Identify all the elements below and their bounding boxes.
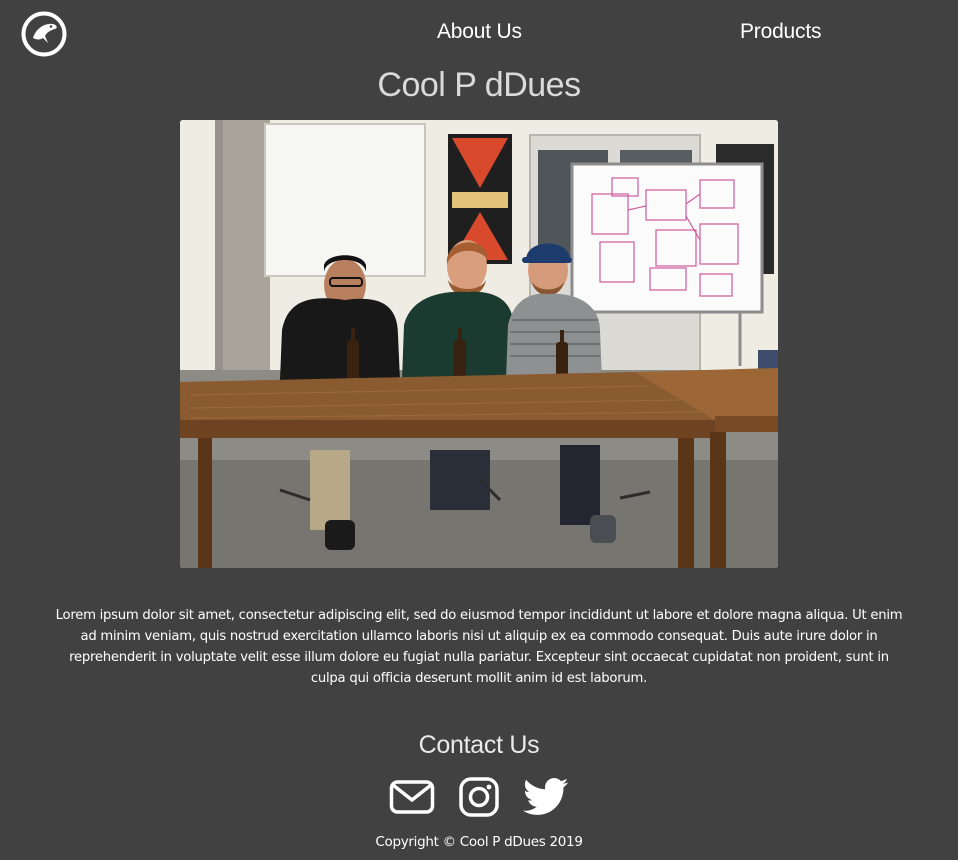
copyright-text: Copyright © Cool P dDues 2019: [375, 834, 583, 850]
instagram-link[interactable]: [458, 776, 500, 818]
intro-paragraph: Lorem ipsum dolor sit amet, consectetur …: [55, 608, 903, 686]
nav-products-link[interactable]: Products: [740, 20, 821, 44]
penguin-logo-icon: [21, 11, 67, 57]
nav-about-us-link[interactable]: About Us: [437, 20, 522, 44]
twitter-icon: [523, 778, 569, 815]
team-photo: [180, 120, 778, 568]
page: About Us Products Cool P dDues Lorem ips…: [0, 0, 958, 860]
home-logo-link[interactable]: [21, 11, 67, 57]
site-title: Cool P dDues: [377, 66, 581, 104]
twitter-link[interactable]: [523, 776, 569, 818]
mail-icon: [389, 780, 435, 814]
instagram-icon: [459, 777, 499, 817]
mail-link[interactable]: [389, 776, 435, 818]
contact-heading: Contact Us: [418, 731, 540, 759]
